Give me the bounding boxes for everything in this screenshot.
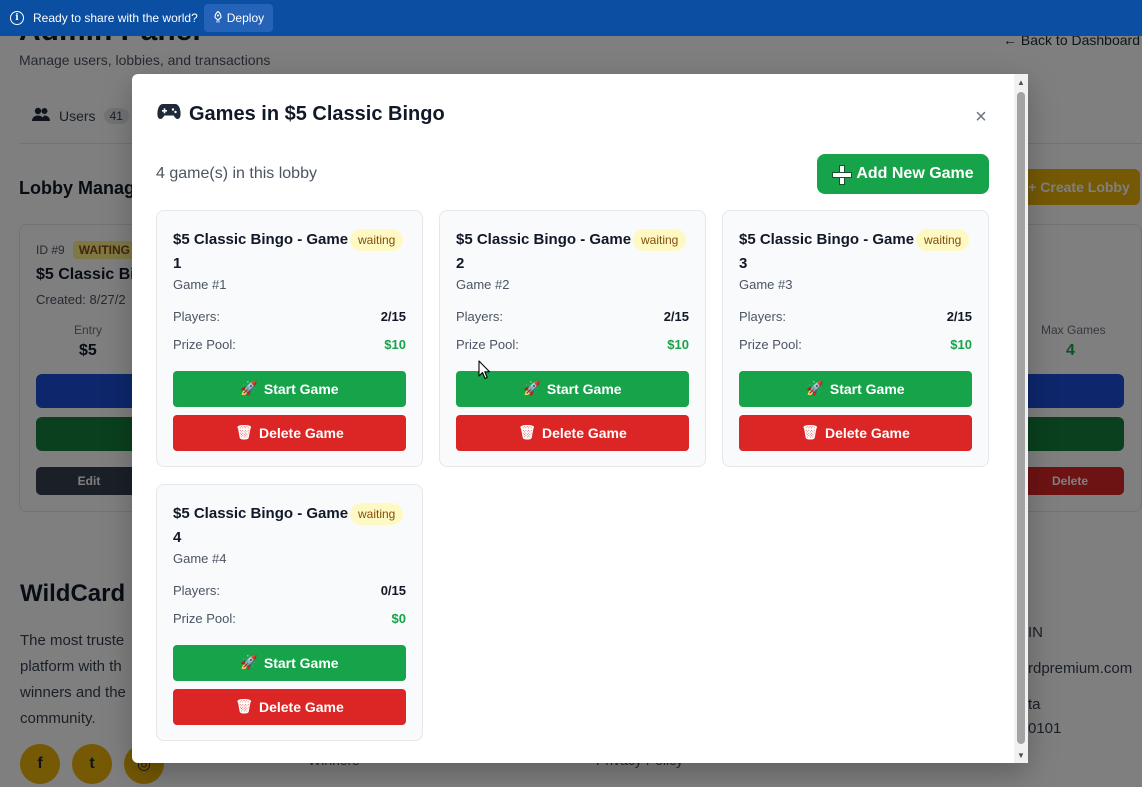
prize-row: Prize Pool: $10 [456,337,689,352]
prize-label: Prize Pool: [456,337,519,352]
modal-title: Games in $5 Classic Bingo [157,102,445,126]
game-number: Game #1 [173,277,227,292]
add-new-game-label: Add New Game [856,165,974,182]
game-number: Game #2 [456,277,510,292]
game-name: $5 Classic Bingo - Game 3 [739,231,915,272]
game-card: $5 Classic Bingo - Game 1 waiting Game #… [156,210,423,467]
players-value: 2/15 [380,309,406,324]
game-card: $5 Classic Bingo - Game 2 waiting Game #… [439,210,706,467]
game-number: Game #4 [173,551,227,566]
games-modal: Games in $5 Classic Bingo × 4 game(s) in… [132,74,1028,763]
status-badge: waiting [350,229,404,251]
trash-icon: 🗑 [801,425,819,441]
prize-row: Prize Pool: $0 [173,611,406,626]
start-game-button[interactable]: 🚀 Start Game [173,371,406,407]
players-label: Players: [456,309,503,324]
prize-row: Prize Pool: $10 [739,337,972,352]
close-icon[interactable]: × [972,106,990,128]
scrollbar-thumb[interactable] [1017,92,1025,744]
trash-icon: 🗑 [235,425,253,441]
rocket-icon: 🚀 [240,381,258,397]
prize-value: $0 [391,611,406,626]
scroll-down-arrow-icon[interactable]: ▼ [1014,749,1028,761]
rocket-icon [213,10,223,26]
delete-game-button[interactable]: 🗑 Delete Game [173,415,406,451]
start-game-button[interactable]: 🚀 Start Game [173,645,406,681]
players-row: Players: 2/15 [739,309,972,324]
deploy-button[interactable]: Deploy [203,4,274,32]
prize-value: $10 [667,337,689,352]
game-count-text: 4 game(s) in this lobby [156,165,317,182]
delete-game-label: Delete Game [258,699,344,715]
start-game-label: Start Game [546,381,622,397]
prize-label: Prize Pool: [739,337,802,352]
delete-game-button[interactable]: 🗑 Delete Game [456,415,689,451]
start-game-label: Start Game [829,381,905,397]
players-value: 2/15 [663,309,689,324]
delete-game-label: Delete Game [824,425,910,441]
deploy-banner: i Ready to share with the world? Deploy [0,0,1142,36]
game-name: $5 Classic Bingo - Game 2 [456,231,632,272]
players-value: 0/15 [380,583,406,598]
players-row: Players: 0/15 [173,583,406,598]
mouse-cursor-icon [478,360,491,380]
rocket-icon: 🚀 [806,381,824,397]
start-game-label: Start Game [263,655,339,671]
trash-icon: 🗑 [518,425,536,441]
game-card: $5 Classic Bingo - Game 3 waiting Game #… [722,210,989,467]
status-badge: waiting [350,503,404,525]
players-label: Players: [173,309,220,324]
prize-label: Prize Pool: [173,337,236,352]
prize-value: $10 [950,337,972,352]
plus-icon [832,165,853,185]
game-number: Game #3 [739,277,793,292]
trash-icon: 🗑 [235,699,253,715]
start-game-label: Start Game [263,381,339,397]
scroll-up-arrow-icon[interactable]: ▲ [1014,76,1028,88]
delete-game-label: Delete Game [541,425,627,441]
players-value: 2/15 [946,309,972,324]
players-row: Players: 2/15 [456,309,689,324]
status-badge: waiting [633,229,687,251]
game-name: $5 Classic Bingo - Game 4 [173,505,349,546]
prize-value: $10 [384,337,406,352]
banner-message: Ready to share with the world? [33,11,198,25]
rocket-icon: 🚀 [523,381,541,397]
rocket-icon: 🚀 [240,655,258,671]
start-game-button[interactable]: 🚀 Start Game [739,371,972,407]
modal-scrollbar[interactable]: ▲ ▼ [1014,74,1028,763]
gamepad-icon [157,102,181,126]
info-icon: i [10,11,24,25]
delete-game-label: Delete Game [258,425,344,441]
deploy-label: Deploy [226,11,265,25]
game-card: $5 Classic Bingo - Game 4 waiting Game #… [156,484,423,741]
delete-game-button[interactable]: 🗑 Delete Game [173,689,406,725]
prize-label: Prize Pool: [173,611,236,626]
status-badge: waiting [916,229,970,251]
players-label: Players: [173,583,220,598]
add-new-game-button[interactable]: Add New Game [817,154,989,194]
game-name: $5 Classic Bingo - Game 1 [173,231,349,272]
modal-title-text: Games in $5 Classic Bingo [189,102,445,125]
players-row: Players: 2/15 [173,309,406,324]
delete-game-button[interactable]: 🗑 Delete Game [739,415,972,451]
players-label: Players: [739,309,786,324]
prize-row: Prize Pool: $10 [173,337,406,352]
